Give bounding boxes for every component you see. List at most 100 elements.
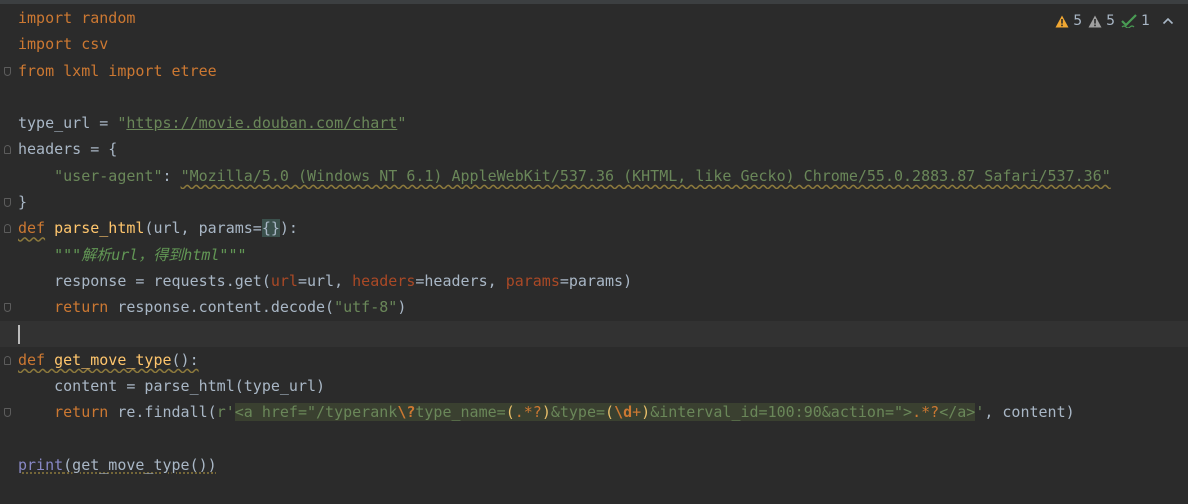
code-url-link[interactable]: https://movie.douban.com/chart (126, 114, 397, 132)
fold-marker-icon[interactable] (4, 145, 11, 155)
code-text: r' (216, 403, 235, 422)
code-text: def (18, 350, 46, 369)
code-text: from lxml import etree (18, 61, 217, 80)
code-line-13-current[interactable] (0, 320, 1188, 347)
code-text: {} (261, 219, 280, 238)
weak-warnings-indicator[interactable]: 5 (1088, 13, 1115, 29)
regex-text: <a href="/typerank (234, 403, 398, 422)
fold-marker-icon[interactable] (4, 224, 11, 234)
code-text: "user-agent" (54, 166, 163, 185)
code-text: response.content.decode( (108, 298, 335, 317)
code-text: (): (171, 350, 199, 369)
code-line-7[interactable]: "user-agent": "Mozilla/5.0 (Windows NT 6… (0, 163, 1188, 189)
code-text: : (162, 166, 181, 185)
code-text: ) (397, 298, 407, 317)
code-text: import csv (18, 35, 109, 54)
text-caret (18, 324, 20, 344)
code-line-4[interactable] (0, 84, 1188, 110)
code-text: response = requests.get( (18, 271, 271, 290)
code-line-5[interactable]: type_url = "https://movie.douban.com/cha… (0, 110, 1188, 136)
regex-text: type_name= (415, 403, 506, 422)
code-line-12[interactable]: return response.content.decode("utf-8") (0, 294, 1188, 320)
regex-text: &type= (550, 403, 606, 422)
code-line-11[interactable]: response = requests.get(url=url, headers… (0, 268, 1188, 294)
code-text: import random (18, 9, 136, 27)
warnings-indicator[interactable]: 5 (1055, 13, 1082, 29)
code-text: print (18, 456, 64, 475)
weak-warning-icon (1088, 15, 1102, 27)
code-text: headers (352, 271, 416, 290)
code-line-17[interactable] (0, 426, 1188, 452)
code-line-6[interactable]: headers = { (0, 136, 1188, 162)
code-text: ): (279, 219, 298, 238)
chevron-up-icon[interactable] (1162, 16, 1174, 26)
fold-marker-icon[interactable] (4, 198, 11, 208)
code-text: =headers, (415, 271, 506, 290)
editor-top-border (0, 0, 1188, 4)
warnings-count: 5 (1073, 13, 1083, 29)
warning-icon (1055, 15, 1069, 27)
code-line-2[interactable]: import csv (0, 31, 1188, 57)
code-text: get_move_type (54, 350, 172, 369)
code-text: (url, params= (144, 219, 262, 238)
code-text: =params) (559, 271, 633, 290)
code-line-1[interactable]: import random (0, 5, 1188, 31)
code-text: return (54, 298, 109, 317)
regex-group: ( (605, 403, 615, 422)
regex-quantifier: + (632, 403, 642, 422)
typo-check-icon (1121, 14, 1137, 28)
regex-quantifier: .*? (912, 403, 940, 422)
regex-escape: \? (397, 403, 416, 422)
code-text: "utf-8" (334, 298, 398, 317)
code-text: params (505, 271, 560, 290)
code-text: content = parse_html(type_url) (18, 377, 326, 396)
code-text: url (270, 271, 298, 290)
code-line-9[interactable]: def parse_html(url, params={}): (0, 215, 1188, 241)
code-text: type_url (18, 114, 91, 133)
code-text: ' (975, 403, 985, 422)
code-line-18[interactable]: print(get_move_type()) (0, 452, 1188, 478)
code-text: return (54, 403, 109, 422)
code-line-14[interactable]: def get_move_type(): (0, 347, 1188, 373)
fold-marker-icon[interactable] (4, 355, 11, 365)
typos-count: 1 (1141, 13, 1150, 29)
code-text: parse_html (54, 219, 145, 238)
code-text: } (18, 193, 28, 212)
code-line-10[interactable]: """解析url，得到html""" (0, 242, 1188, 268)
code-line-15[interactable]: content = parse_html(type_url) (0, 373, 1188, 399)
code-text: (get_move_type()) (63, 456, 217, 475)
code-editor[interactable]: import random import csv from lxml impor… (0, 0, 1188, 504)
regex-escape: \d (614, 403, 633, 422)
fold-marker-icon[interactable] (4, 66, 11, 76)
code-line-16[interactable]: return re.findall(r'<a href="/typerank\?… (0, 399, 1188, 425)
regex-quantifier: .*? (514, 403, 542, 422)
code-line-3[interactable]: from lxml import etree (0, 58, 1188, 84)
code-text: , content) (984, 403, 1075, 422)
code-text: """解析url，得到html""" (54, 245, 247, 264)
code-text: = (90, 114, 118, 133)
regex-group: ( (505, 403, 515, 422)
inspections-widget[interactable]: 5 5 1 (1055, 11, 1174, 31)
regex-group: ) (641, 403, 651, 422)
weak-warnings-count: 5 (1106, 13, 1116, 29)
code-text: def (18, 219, 46, 238)
code-text: =url, (297, 271, 353, 290)
code-line-8[interactable]: } (0, 189, 1188, 215)
regex-text: </a> (939, 403, 976, 422)
code-text: re.findall( (108, 403, 217, 422)
code-text: headers = { (18, 140, 118, 159)
code-lines[interactable]: import random import csv from lxml impor… (0, 5, 1188, 478)
typos-indicator[interactable]: 1 (1121, 13, 1150, 29)
code-text: " (397, 114, 407, 133)
code-text: "Mozilla/5.0 (Windows NT 6.1) AppleWebKi… (180, 166, 1111, 185)
regex-text: &interval_id=100:90&action="> (650, 403, 913, 422)
fold-marker-icon[interactable] (4, 303, 11, 313)
regex-group: ) (541, 403, 551, 422)
fold-marker-icon[interactable] (4, 408, 11, 418)
